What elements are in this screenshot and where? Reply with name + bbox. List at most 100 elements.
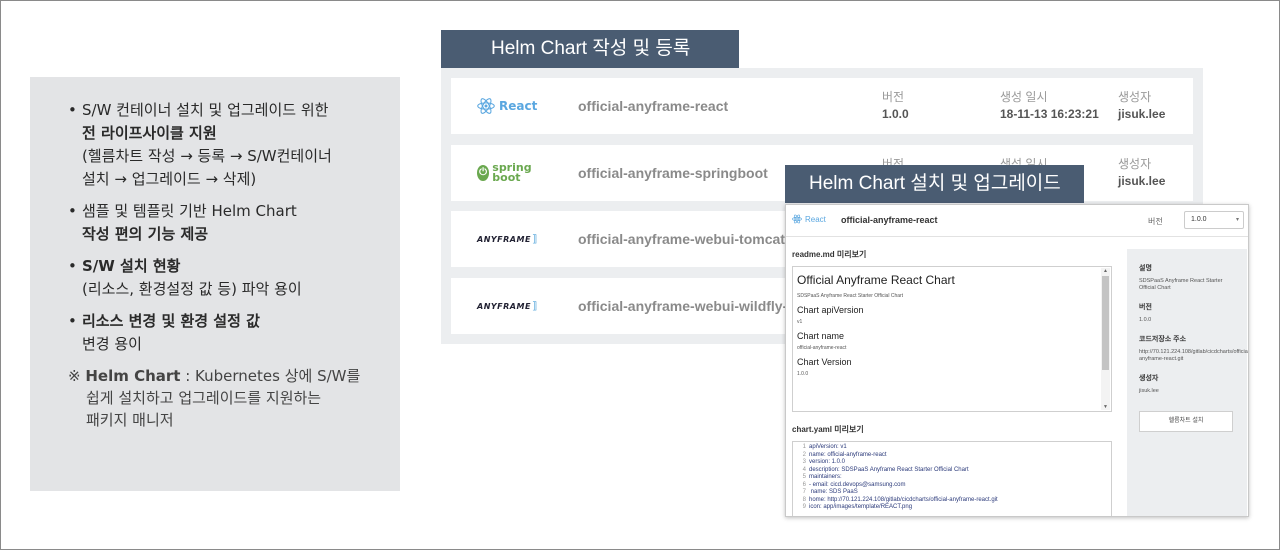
feature-highlight: 리소스 변경 및 환경 설정 값: [82, 312, 260, 330]
line-text: icon: app/images/template/REACT.png: [809, 504, 913, 510]
install-chart-button[interactable]: 헬름차트 설치: [1139, 411, 1233, 432]
line-number: 7: [802, 489, 806, 495]
chevron-down-icon: ▾: [1235, 217, 1239, 223]
desc-value: SDSPaaS Anyframe React Starter Official …: [1139, 278, 1223, 291]
helm-note: ※ Helm Chart : Kubernetes 상에 S/W를 쉽게 설치하…: [68, 365, 380, 431]
chart-name[interactable]: official-anyframe-react: [578, 78, 728, 134]
line-number: 1: [802, 444, 806, 450]
line-text: name: official-anyframe-react: [809, 451, 887, 458]
creator-col: 생성자 jisuk.lee: [1118, 156, 1165, 190]
readme-preview[interactable]: Official Anyframe React Chart SDSPaaS An…: [792, 266, 1112, 412]
line-text: home: http://70.121.224.108/gitlab/cicdc…: [809, 496, 998, 503]
yaml-line: 3 version: 1.0.0: [797, 459, 1111, 467]
scroll-up-icon[interactable]: ▲: [1103, 268, 1108, 274]
chart-detail-window: React official-anyframe-react 버전 1.0.0 ▾ …: [785, 204, 1249, 517]
logo-text: ANYFRAME: [477, 234, 531, 244]
version-select-label: 버전: [1148, 217, 1163, 226]
feature-detail: 변경 용이: [82, 335, 142, 353]
helm-note-line3: 패키지 매니저: [86, 411, 174, 429]
feature-item-template: 샘플 및 템플릿 기반 Helm Chart 작성 편의 기능 제공: [68, 200, 380, 246]
note-text: : Kubernetes 상에 S/W를: [180, 367, 361, 385]
feature-detail: (헬름차트 작성 → 등록 → S/W컨테이너: [82, 147, 332, 165]
version-value: 1.0.0: [882, 107, 909, 121]
note-mark: ※: [68, 367, 86, 385]
spring-icon: ⏻: [477, 165, 490, 181]
creator-label: 생성자: [1118, 90, 1152, 104]
anyframe-icon: ⟧: [531, 300, 538, 312]
logo-text: React: [499, 99, 538, 113]
readme-value: official-anyframe-react: [797, 345, 847, 351]
created-label: 생성 일시: [1000, 90, 1048, 104]
line-number: 8: [802, 496, 806, 503]
readme-scrollbar[interactable]: ▲ ▼: [1101, 268, 1110, 410]
scroll-down-icon[interactable]: ▼: [1103, 404, 1108, 410]
readme-heading: Chart name: [797, 331, 845, 341]
repo-value: http://70.121.224.108/gitlab/cicdcharts/…: [1139, 349, 1249, 362]
readme-value: v1: [797, 319, 803, 325]
version-select[interactable]: 1.0.0 ▾: [1184, 211, 1244, 229]
feature-highlight: 전 라이프사이클 지원: [82, 124, 217, 142]
feature-item-lifecycle: S/W 컨테이너 설치 및 업그레이드 위한 전 라이프사이클 지원 (헬름차트…: [68, 99, 380, 191]
feature-highlight: S/W 설치 현황: [82, 257, 181, 275]
version-col: 버전 1.0.0: [882, 89, 909, 123]
chart-name[interactable]: official-anyframe-webui-wildfly-10: [578, 278, 803, 334]
logo-text: spring boot: [492, 161, 532, 184]
yaml-line: 4 description: SDSPaaS Anyframe React Sta…: [797, 467, 1111, 475]
version-value: 1.0.0: [1139, 317, 1152, 323]
chart-name[interactable]: official-anyframe-webui-tomcat: [578, 211, 785, 267]
yaml-line: 2 name: official-anyframe-react: [797, 452, 1111, 460]
react-logo: React: [477, 92, 547, 120]
note-term: Helm Chart: [85, 367, 181, 385]
version-label: 버전: [1139, 304, 1152, 311]
line-number: 9: [802, 504, 806, 510]
feature-item-config: 리소스 변경 및 환경 설정 값 변경 용이: [68, 310, 380, 356]
creator-value: jisuk.lee: [1118, 107, 1166, 121]
react-icon: [477, 98, 495, 114]
yaml-preview[interactable]: 1 apiVersion: v1 2 name: official-anyframe…: [792, 441, 1112, 516]
created-value: 18-11-13 16:23:21: [1000, 107, 1099, 121]
install-title: Helm Chart 설치 및 업그레이드: [785, 165, 1084, 203]
yaml-preview-label: chart.yaml 미리보기: [792, 425, 864, 434]
feature-text: 샘플 및 템플릿 기반 Helm Chart: [82, 202, 297, 220]
feature-info-panel: S/W 컨테이너 설치 및 업그레이드 위한 전 라이프사이클 지원 (헬름차트…: [30, 77, 400, 491]
anyframe-logo: ANYFRAME ⟧: [477, 225, 547, 253]
detail-chart-name: official-anyframe-react: [841, 215, 938, 225]
yaml-line: 8 home: http://70.121.224.108/gitlab/cicd…: [797, 497, 1111, 505]
line-number: 3: [802, 459, 806, 465]
line-number: 6: [802, 481, 806, 488]
anyframe-icon: ⟧: [531, 233, 538, 245]
scroll-thumb[interactable]: [1102, 276, 1109, 370]
line-text: apiVersion: v1: [809, 444, 847, 450]
react-logo: React: [792, 214, 826, 224]
registry-title: Helm Chart 작성 및 등록: [441, 30, 739, 68]
readme-heading: Chart apiVersion: [797, 305, 864, 315]
readme-subtitle: SDSPaaS Anyframe React Starter Official …: [797, 293, 904, 299]
line-number: 5: [802, 474, 806, 480]
version-label: 버전: [882, 90, 905, 104]
feature-text: S/W 컨테이너 설치 및 업그레이드 위한: [82, 101, 329, 119]
yaml-line: 7 name: SDS PaaS: [797, 489, 1111, 497]
line-text: maintainers:: [809, 474, 842, 480]
detail-header: React official-anyframe-react 버전 1.0.0 ▾: [786, 205, 1248, 237]
spring-logo: ⏻ spring boot: [477, 159, 547, 187]
anyframe-logo: ANYFRAME ⟧: [477, 292, 547, 320]
helm-note-line1: ※ Helm Chart : Kubernetes 상에 S/W를: [68, 365, 380, 387]
readme-preview-label: readme.md 미리보기: [792, 250, 867, 259]
feature-item-status: S/W 설치 현황 (리소스, 환경설정 값 등) 파악 용이: [68, 255, 380, 301]
creator-value: jisuk.lee: [1118, 174, 1166, 188]
feature-list: S/W 컨테이너 설치 및 업그레이드 위한 전 라이프사이클 지원 (헬름차트…: [68, 99, 380, 356]
created-col: 생성 일시 18-11-13 16:23:21: [1000, 89, 1099, 123]
line-number: 4: [802, 466, 806, 473]
detail-main: readme.md 미리보기 Official Anyframe React C…: [792, 249, 1114, 516]
line-number: 2: [802, 451, 806, 458]
creator-value: jisuk.lee: [1139, 388, 1159, 394]
chart-name[interactable]: official-anyframe-springboot: [578, 145, 768, 201]
line-text: - email: cicd.devops@samsung.com: [809, 481, 906, 488]
readme-title: Official Anyframe React Chart: [797, 273, 955, 287]
creator-label: 생성자: [1139, 375, 1159, 382]
feature-detail: (리소스, 환경설정 값 등) 파악 용이: [82, 280, 302, 298]
creator-col: 생성자 jisuk.lee: [1118, 89, 1165, 123]
chart-row[interactable]: React official-anyframe-react 버전 1.0.0 생성…: [451, 78, 1193, 134]
yaml-line: 5 maintainers:: [797, 474, 1111, 482]
readme-heading: Chart Version: [797, 357, 852, 367]
